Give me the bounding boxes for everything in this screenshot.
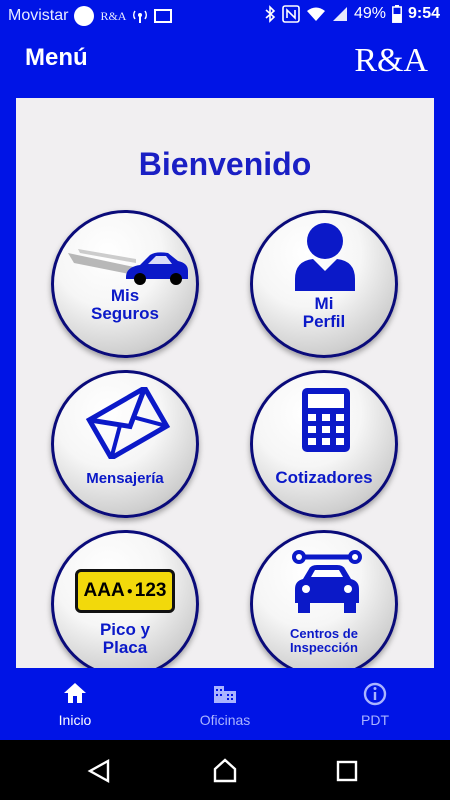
- user-icon: [295, 223, 355, 291]
- tile-label-line1: Pico y: [99, 620, 151, 639]
- plate-letters: AAA: [83, 580, 125, 601]
- bottom-nav: Inicio Oficinas PDT: [0, 668, 450, 740]
- antenna-icon: [133, 10, 148, 23]
- page-title: Menú: [25, 44, 88, 71]
- clock: 9:54: [407, 5, 440, 22]
- back-icon[interactable]: [86, 758, 112, 784]
- calculator-icon: [302, 388, 350, 452]
- nav-label: Inicio: [58, 712, 92, 728]
- battery-percent: 49%: [353, 5, 386, 22]
- home-nav-icon[interactable]: [212, 758, 238, 784]
- tile-label-line2: Inspección: [290, 639, 358, 655]
- mis-seguros-button[interactable]: Mis Seguros: [51, 210, 199, 358]
- envelope-icon: [85, 387, 171, 459]
- nav-inicio[interactable]: Inicio: [0, 668, 150, 740]
- car-wrench-icon: [292, 550, 362, 613]
- cotizadores-button[interactable]: Cotizadores: [250, 370, 398, 518]
- tile-label-line1: Cotizadores: [275, 468, 373, 487]
- nav-label: PDT: [361, 712, 389, 728]
- status-bar: Movistar R&A 49% 9:54: [0, 0, 450, 30]
- recents-icon[interactable]: [334, 758, 360, 784]
- battery-icon: [392, 5, 402, 23]
- plate-dot-icon: ●: [126, 585, 133, 597]
- app-bar: Menú R&A: [0, 30, 450, 98]
- tile-label-line2: Seguros: [90, 303, 160, 323]
- tile-label-line2: Perfil: [302, 311, 346, 331]
- home-icon: [64, 683, 86, 703]
- centros-de-inspeccion-button[interactable]: Centros de Inspección: [250, 530, 398, 668]
- nav-oficinas[interactable]: Oficinas: [150, 668, 300, 740]
- car-speed-icon: [68, 249, 188, 285]
- tile-label-line1: Mensajería: [86, 470, 164, 487]
- ra-logo-icon: R&A: [100, 8, 127, 23]
- nfc-icon: [282, 5, 300, 23]
- system-nav-bar: [0, 740, 450, 800]
- plate-numbers: 123: [134, 580, 167, 601]
- pico-y-placa-button[interactable]: AAA ● 123 Pico y Placa: [51, 530, 199, 668]
- signal-icon: [332, 7, 347, 21]
- tile-label-line1: Centros de: [290, 626, 358, 641]
- bluetooth-icon: [265, 5, 276, 23]
- ra-logo: R&A: [354, 42, 428, 79]
- carrier-name: Movistar: [8, 7, 69, 24]
- sim-icon: [154, 9, 173, 23]
- license-plate-icon: AAA ● 123: [75, 569, 175, 613]
- info-icon: [363, 682, 387, 706]
- mensajeria-button[interactable]: Mensajería: [51, 370, 199, 518]
- welcome-heading: Bienvenido: [138, 146, 312, 182]
- wifi-icon: [306, 7, 325, 21]
- menu-panel: Bienvenido Mis Seguros Mi Perfil Mensaje…: [16, 98, 434, 668]
- tile-label-line2: Placa: [102, 637, 148, 657]
- tile-label-line1: Mi: [314, 294, 334, 313]
- nav-label: Oficinas: [199, 712, 251, 728]
- nav-pdt[interactable]: PDT: [300, 668, 450, 740]
- mi-perfil-button[interactable]: Mi Perfil: [250, 210, 398, 358]
- circle-icon: [74, 6, 95, 26]
- building-icon: [214, 686, 236, 703]
- tile-label-line1: Mis: [110, 286, 140, 305]
